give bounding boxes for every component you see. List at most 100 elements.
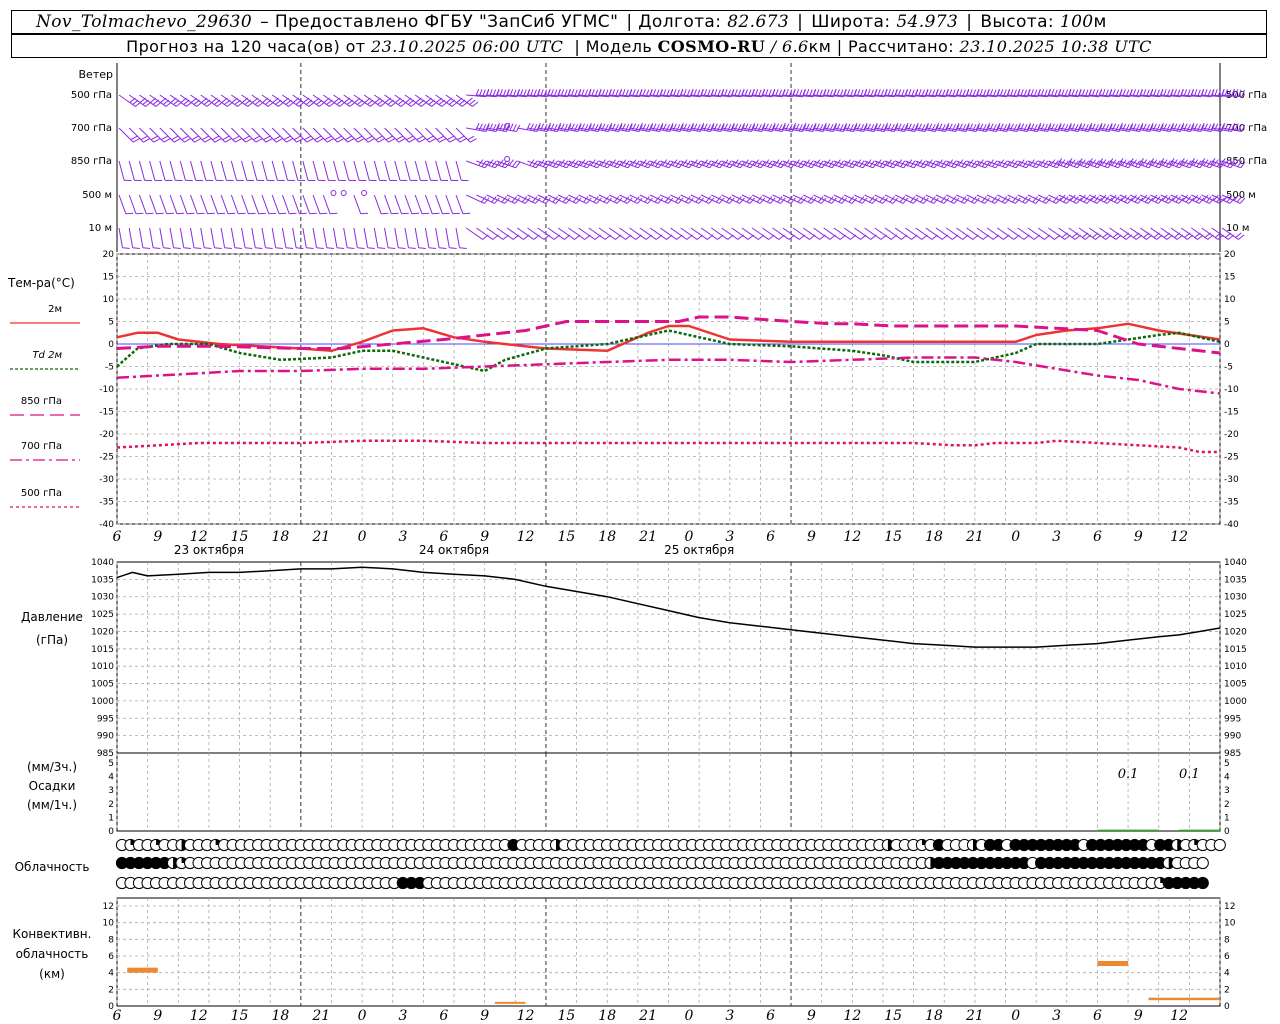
wind-barb-feather [136, 212, 144, 215]
precip-ytick-left: 2 [108, 800, 114, 810]
pressure-ytick-right: 1015 [1224, 645, 1247, 655]
temperature-ytick-left: 0 [108, 340, 114, 350]
wind-barb-feather [275, 138, 283, 143]
pressure-ytick-left: 1015 [91, 645, 114, 655]
precip-ytick-left: 4 [108, 773, 114, 783]
wind-barb-feather [173, 138, 181, 143]
wind-barb-feather [183, 138, 191, 143]
pressure-ytick-left: 985 [97, 749, 114, 759]
wind-barb-feather [132, 247, 140, 249]
wind-barb-feather [156, 212, 164, 215]
wind-barb-feather [360, 212, 369, 215]
pressure-ytick-left: 1010 [91, 662, 114, 672]
temperature-ytick-right: 15 [1224, 273, 1235, 283]
wind-barb-feather [334, 135, 342, 141]
wind-barb-feather [314, 135, 322, 141]
wind-barb [455, 160, 462, 181]
wind-barb [312, 227, 318, 248]
wind-barb [251, 194, 260, 214]
wind-barb [363, 227, 369, 248]
hour-tick-label-temp: 6 [113, 529, 122, 545]
wind-barb-feather [283, 135, 291, 141]
wind-barb-feather [408, 247, 416, 249]
wind-barb [465, 227, 483, 240]
pressure-unit: (гПа) [36, 633, 68, 647]
hour-tick-label-temp: 12 [517, 529, 535, 545]
wind-barb-feather [191, 135, 199, 141]
wind-barb-feather [396, 135, 403, 141]
wind-barb-feather [324, 135, 332, 141]
wind-barb [271, 227, 277, 248]
wind-barb [169, 227, 175, 248]
pressure-ytick-left: 990 [97, 732, 114, 742]
wind-barb-feather [253, 135, 260, 141]
wind-barb-feather [224, 138, 232, 143]
pressure-ytick-right: 1040 [1224, 558, 1247, 568]
wind-barb [128, 160, 135, 181]
conv-cloud-bar [127, 967, 158, 973]
cloud-title: Облачность [15, 860, 90, 874]
wind-barb-feather [388, 138, 396, 143]
wind-barb-feather [439, 247, 447, 249]
wind-barb-feather [296, 247, 304, 249]
wind-barb-feather [375, 135, 383, 141]
wind-barb-feather [442, 212, 450, 215]
wind-barb-feather [391, 212, 399, 215]
hour-tick-label-bottom: 21 [965, 1008, 984, 1024]
wind-barb-feather [457, 135, 465, 141]
wind-barb-feather [166, 212, 174, 215]
wind-barb [302, 227, 307, 248]
hour-tick-label-temp: 6 [1093, 529, 1102, 545]
wind-barb-feather [293, 135, 301, 141]
wind-barb [373, 160, 380, 181]
precip-ytick-left: 0 [108, 827, 114, 837]
wind-barb-feather [163, 138, 171, 143]
wind-barb [404, 160, 411, 181]
wind-barb-feather [344, 135, 352, 141]
wind-barb [414, 227, 420, 248]
wind-barb [241, 227, 246, 248]
precip-bar [1097, 829, 1159, 831]
wind-barb [261, 194, 270, 214]
wind-barb-feather [355, 135, 363, 141]
wind-barb-feather [146, 212, 154, 215]
temperature-ytick-right: 5 [1224, 318, 1230, 328]
wind-barb-feather [459, 138, 467, 143]
hour-tick-label-bottom: 15 [557, 1008, 575, 1024]
cloud-symbol [1196, 856, 1209, 870]
precip-ytick-right: 5 [1224, 759, 1230, 769]
pressure-ytick-left: 1000 [91, 697, 114, 707]
wind-barb [343, 227, 348, 248]
hour-tick-label-temp: 9 [1134, 529, 1143, 545]
wind-barb-feather [227, 212, 236, 215]
wind-barb-feather [316, 247, 324, 249]
wind-barb-feather [347, 247, 355, 249]
day-label-temp: 25 октября [664, 543, 734, 557]
hour-tick-label-temp: 15 [557, 529, 575, 545]
hour-tick-label-bottom: 21 [638, 1008, 657, 1024]
wind-barb-feather [286, 138, 293, 143]
pressure-ytick-right: 1020 [1224, 627, 1247, 637]
wind-barb-feather [378, 138, 385, 143]
temperature-ytick-left: -10 [99, 385, 114, 395]
pressure-ytick-left: 995 [97, 714, 114, 724]
wind-barb-feather [163, 247, 171, 249]
wind-barb-feather [273, 135, 281, 141]
temperature-ytick-left: -15 [99, 408, 114, 418]
wind-barb-feather [238, 212, 246, 215]
wind-barb [128, 227, 134, 248]
wind-barb-feather [153, 138, 161, 143]
wind-barb-feather [347, 138, 355, 143]
hour-tick-label-temp: 21 [965, 529, 984, 545]
temperature-ytick-right: 0 [1224, 340, 1230, 350]
wind-barb-feather [222, 135, 230, 141]
wind-barb-feather [429, 138, 436, 143]
hour-tick-label-bottom: 12 [517, 1008, 535, 1024]
temperature-ytick-right: -35 [1224, 498, 1239, 508]
wind-barb [455, 194, 464, 214]
wind-barb-feather [217, 212, 226, 215]
wind-barb [312, 160, 319, 181]
wind-barb-feather [285, 247, 294, 249]
hour-tick-label-temp: 6 [766, 529, 775, 545]
temperature-ytick-right: -10 [1224, 385, 1239, 395]
